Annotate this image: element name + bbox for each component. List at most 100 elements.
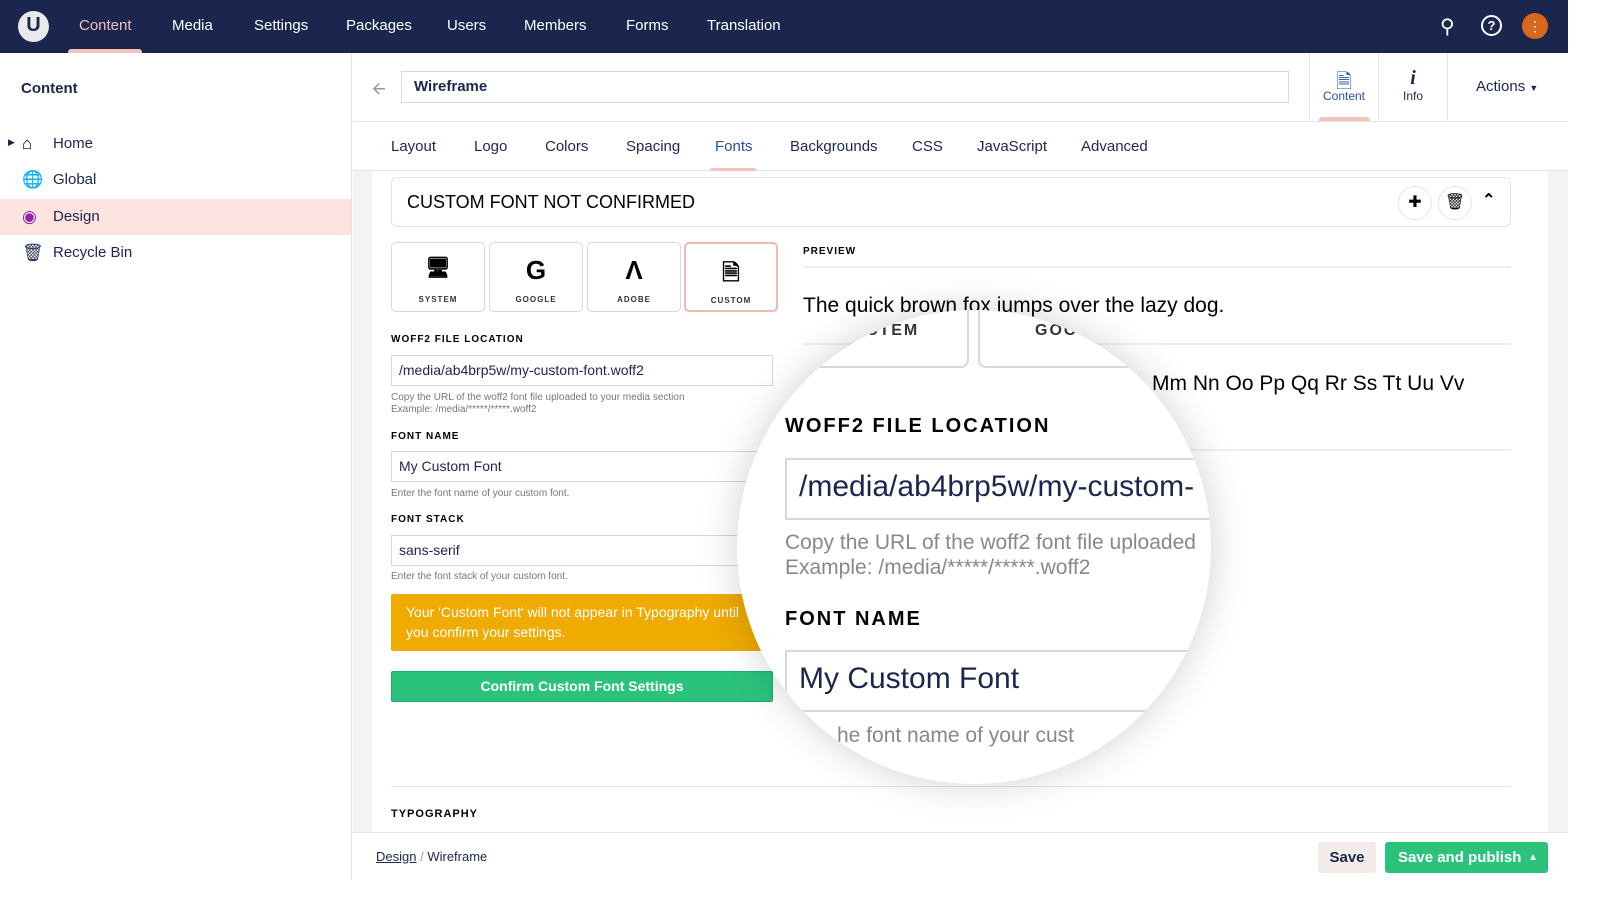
umbraco-logo[interactable]: U [18,11,49,42]
nav-settings[interactable]: Settings [254,0,308,53]
warning-alert: Your 'Custom Font' will not appear in Ty… [391,594,773,651]
font-source-google[interactable]: G GOOGLE [489,242,583,312]
source-label: SYSTEM [418,295,458,304]
tab-advanced[interactable]: Advanced [1081,138,1148,155]
tree-item-label: Global [53,171,97,188]
source-label: ADOBE [617,295,651,304]
app-tab-content[interactable]: 🗎 Content [1309,53,1378,121]
help-icon[interactable]: ? [1481,15,1502,36]
woff2-input[interactable]: /media/ab4brp5w/my-custom-font.woff2 [391,355,773,386]
font-name-help: Enter the font name of your custom font. [391,488,570,499]
typography-heading: TYPOGRAPHY [391,808,479,820]
magnified-font-name-input: My Custom Font [785,650,1211,712]
tree-item-design[interactable]: ◉ Design [0,199,351,235]
magnified-system-button: STEM [777,310,969,368]
tab-active-indicator [710,168,756,171]
tab-spacing[interactable]: Spacing [626,138,680,155]
font-stack-input[interactable]: sans-serif [391,535,773,566]
nav-media[interactable]: Media [172,0,213,53]
font-source-custom[interactable]: 🗎 CUSTOM [684,242,778,312]
magnified-font-name-help: he font name of your cust [837,724,1074,747]
nav-content[interactable]: Content [79,0,132,53]
font-name-input[interactable]: My Custom Font [391,451,773,482]
confirm-custom-font-button[interactable]: Confirm Custom Font Settings [391,671,773,702]
move-icon[interactable]: ✚ [1398,186,1432,220]
nav-members[interactable]: Members [524,0,587,53]
breadcrumb: Design / Wireframe [376,849,487,864]
magnified-woff2-label: WOFF2 FILE LOCATION [785,415,1051,437]
caret-up-icon[interactable]: ▲ [1528,842,1538,873]
font-stack-label: FONT STACK [391,514,465,525]
source-label: CUSTOM [710,296,752,305]
divider [803,266,1511,268]
page-margin [1568,0,1600,899]
tree-item-home[interactable]: ▶ ⌂ Home [0,126,351,162]
nav-forms[interactable]: Forms [626,0,669,53]
divider [391,786,1511,787]
save-button[interactable]: Save [1318,842,1376,873]
tree-item-label: Recycle Bin [53,244,133,261]
app-tab-label: Info [1402,89,1423,103]
help-line: Copy the URL of the woff2 font file uplo… [785,531,1196,554]
search-icon[interactable]: ⚲ [1440,14,1455,39]
sidebar-title: Content [21,80,78,97]
collapse-chevron-icon[interactable]: ⌃ [1482,190,1495,210]
save-and-publish-button[interactable]: Save and publish ▲ [1385,842,1548,873]
actions-menu[interactable]: Actions ▼ [1476,78,1538,95]
font-name-label: FONT NAME [391,431,460,442]
help-line: Example: /media/*****/*****.woff2 [785,556,1091,579]
magnified-google-button: GOOG [978,310,1178,368]
divider [1447,53,1448,121]
app-tab-label: Content [1322,89,1366,103]
adobe-icon: Λ [625,255,643,285]
page-margin [0,880,1600,899]
magnified-woff2-help: Copy the URL of the woff2 font file uplo… [785,530,1196,580]
magnifier-callout: STEM GOOG WOFF2 FILE LOCATION /media/ab4… [737,310,1211,784]
font-file-icon: 🗎 [722,260,740,285]
tab-fonts[interactable]: Fonts [715,138,753,155]
magnified-font-name-label: FONT NAME [785,608,922,630]
info-icon: i [1410,67,1416,89]
woff2-label: WOFF2 FILE LOCATION [391,334,524,345]
home-icon: ⌂ [22,134,33,153]
back-arrow-icon[interactable]: 🡨 [372,76,386,105]
nav-packages[interactable]: Packages [346,0,412,53]
active-indicator [1319,117,1370,121]
trash-icon: 🗑 [22,243,44,262]
actions-label: Actions [1476,78,1526,95]
globe-icon: 🌐 [22,170,44,189]
tree-item-label: Home [53,135,94,152]
magnified-woff2-input: /media/ab4brp5w/my-custom- [785,458,1211,520]
font-source-adobe[interactable]: Λ ADOBE [587,242,681,312]
tab-logo[interactable]: Logo [474,138,507,155]
help-line: Copy the URL of the woff2 font file uplo… [391,392,685,403]
tab-backgrounds[interactable]: Backgrounds [790,138,878,155]
preview-alphabet: Mm Nn Oo Pp Qq Rr Ss Tt Uu Vv [1152,372,1465,395]
preview-label: PREVIEW [803,246,857,257]
tab-css[interactable]: CSS [912,138,943,155]
block-title: CUSTOM FONT NOT CONFIRMED [407,192,695,212]
source-label: GOOGLE [515,295,557,304]
monitor-icon: 🖥 [425,257,451,279]
tab-layout[interactable]: Layout [391,138,436,155]
nav-translation[interactable]: Translation [707,0,781,53]
breadcrumb-wireframe: Wireframe [427,849,488,864]
font-source-system[interactable]: 🖥 SYSTEM [391,242,485,312]
tree-item-label: Design [53,208,100,225]
user-avatar[interactable]: ⋮ [1522,13,1548,39]
woff2-help: Copy the URL of the woff2 font file uplo… [391,392,685,416]
google-icon: G [525,255,547,285]
tab-colors[interactable]: Colors [545,138,588,155]
breadcrumb-design[interactable]: Design [376,849,416,864]
node-name-input[interactable]: Wireframe [401,71,1289,103]
paint-icon: ◉ [22,207,37,226]
app-tab-info[interactable]: i Info [1378,53,1447,121]
top-bar [0,0,1568,53]
tree-item-global[interactable]: 🌐 Global [0,162,351,198]
expand-caret-icon[interactable]: ▶ [8,137,15,148]
nav-users[interactable]: Users [447,0,486,53]
font-stack-help: Enter the font stack of your custom font… [391,571,568,582]
tree-item-recycle-bin[interactable]: 🗑 Recycle Bin [0,235,351,271]
tab-javascript[interactable]: JavaScript [977,138,1047,155]
delete-icon[interactable]: 🗑 [1438,186,1472,220]
